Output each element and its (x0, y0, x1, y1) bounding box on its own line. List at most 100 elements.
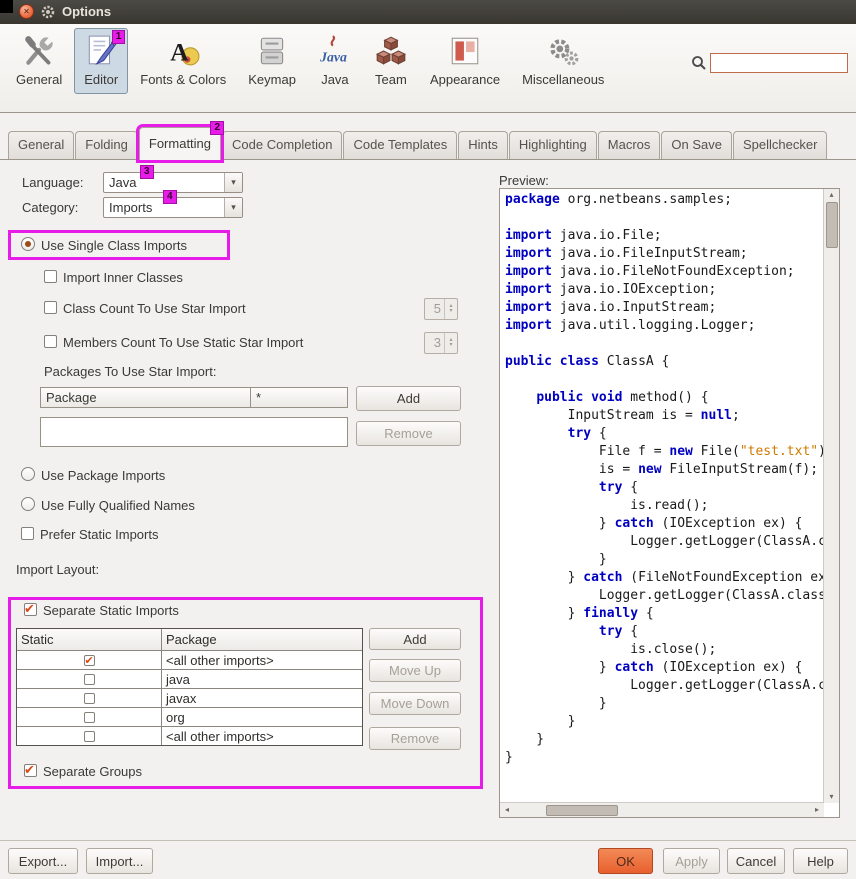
layout-table-header-row: StaticPackage (17, 629, 362, 650)
toolbar-item-label: Java (321, 72, 348, 87)
close-icon: ✕ (23, 8, 30, 16)
vertical-scrollbar[interactable]: ▴ ▾ (823, 189, 839, 803)
toolbar-item-fonts-colors[interactable]: AFonts & Colors (130, 28, 236, 94)
toolbar-item-label: Editor (84, 72, 118, 87)
layout-table-row[interactable]: javax (17, 688, 362, 707)
tab-macros[interactable]: Macros (598, 131, 661, 159)
package-column-header[interactable]: Package (40, 387, 251, 408)
static-checkbox[interactable] (84, 693, 95, 704)
import-inner-classes-label: Import Inner Classes (63, 270, 183, 285)
use-package-imports-label: Use Package Imports (41, 468, 165, 483)
static-checkbox[interactable] (84, 674, 95, 685)
class-count-spinner[interactable]: 5 ▴▾ (424, 298, 458, 320)
layout-table-row[interactable]: java (17, 669, 362, 688)
layout-table-row[interactable]: <all other imports> (17, 726, 362, 745)
toolbar-item-java[interactable]: Java Java (308, 28, 362, 94)
toolbar-item-team[interactable]: Team (364, 28, 418, 94)
tab-code-completion[interactable]: Code Completion (222, 131, 342, 159)
java-icon: Java (318, 34, 352, 68)
separate-static-imports-checkbox[interactable] (24, 603, 37, 616)
tab-code-templates[interactable]: Code Templates (343, 131, 457, 159)
use-package-imports-radio[interactable] (21, 467, 35, 481)
members-count-checkbox[interactable] (44, 335, 57, 348)
misc-icon (546, 34, 580, 68)
star-remove-button[interactable]: Remove (356, 421, 461, 446)
code-line: package org.netbeans.samples; (505, 191, 823, 209)
layout-move-up-button[interactable]: Move Up (369, 659, 461, 682)
layout-col-header-package[interactable]: Package (162, 629, 362, 650)
chevron-down-icon: ▾ (224, 173, 242, 192)
use-single-class-imports-label: Use Single Class Imports (41, 238, 187, 253)
members-count-value: 3 (425, 333, 444, 353)
layout-remove-button[interactable]: Remove (369, 727, 461, 750)
annotation-badge-1: 1 (112, 30, 126, 44)
apply-button[interactable]: Apply (663, 848, 720, 874)
titlebar[interactable]: ✕ Options (0, 0, 856, 24)
prefer-static-imports-checkbox[interactable] (21, 527, 34, 540)
spinner-arrows-icon: ▴▾ (444, 333, 457, 353)
class-count-checkbox[interactable] (44, 301, 57, 314)
toolbar-item-general[interactable]: General (6, 28, 72, 94)
static-checkbox[interactable] (84, 712, 95, 723)
export-button[interactable]: Export... (8, 848, 78, 874)
code-line: is.read(); (505, 497, 823, 515)
use-single-class-imports-radio[interactable] (21, 237, 35, 251)
horizontal-scrollbar[interactable]: ◂ ▸ (500, 802, 824, 817)
toolbar-item-keymap[interactable]: Keymap (238, 28, 306, 94)
tab-on-save[interactable]: On Save (661, 131, 732, 159)
team-icon (374, 34, 408, 68)
tab-highlighting[interactable]: Highlighting (509, 131, 597, 159)
code-line: File f = new File("test.txt"); (505, 443, 823, 461)
code-line: import java.io.InputStream; (505, 299, 823, 317)
svg-text:A: A (170, 38, 189, 67)
toolbar-item-appearance[interactable]: Appearance (420, 28, 510, 94)
package-cell: <all other imports> (162, 727, 362, 745)
cancel-button[interactable]: Cancel (727, 848, 785, 874)
tab-spellchecker[interactable]: Spellchecker (733, 131, 827, 159)
help-button[interactable]: Help (793, 848, 848, 874)
import-button[interactable]: Import... (86, 848, 153, 874)
layout-move-down-button[interactable]: Move Down (369, 692, 461, 715)
layout-table-row[interactable]: org (17, 707, 362, 726)
tab-hints[interactable]: Hints (458, 131, 508, 159)
package-cell: org (162, 708, 362, 726)
tools-icon (22, 34, 56, 68)
toolbar-item-editor[interactable]: Editor 1 (74, 28, 128, 94)
scroll-left-icon[interactable]: ◂ (502, 803, 512, 817)
preview-pane[interactable]: package org.netbeans.samples; import jav… (499, 188, 840, 818)
horizontal-scrollbar-thumb[interactable] (546, 805, 618, 816)
static-checkbox[interactable] (84, 731, 95, 742)
star-column-header[interactable]: * (250, 387, 348, 408)
members-count-spinner[interactable]: 3 ▴▾ (424, 332, 458, 354)
ok-button[interactable]: OK (598, 848, 653, 874)
static-cell (17, 689, 162, 707)
use-fully-qualified-radio[interactable] (21, 497, 35, 511)
window-close-button[interactable]: ✕ (19, 4, 34, 19)
code-line: try { (505, 479, 823, 497)
preview-label: Preview: (499, 173, 549, 188)
tab-general[interactable]: General (8, 131, 74, 159)
static-cell (17, 670, 162, 688)
code-line (505, 335, 823, 353)
toolbar-item-miscellaneous[interactable]: Miscellaneous (512, 28, 614, 94)
search-area (691, 53, 848, 73)
separate-groups-checkbox[interactable] (24, 764, 37, 777)
tab-folding[interactable]: Folding (75, 131, 138, 159)
language-label: Language: (22, 175, 83, 190)
tab-formatting[interactable]: Formatting2 (139, 127, 221, 160)
search-input[interactable] (710, 53, 848, 73)
static-cell (17, 708, 162, 726)
star-add-button[interactable]: Add (356, 386, 461, 411)
layout-add-button[interactable]: Add (369, 628, 461, 650)
code-line: } (505, 551, 823, 569)
scroll-up-icon[interactable]: ▴ (824, 189, 839, 201)
scroll-right-icon[interactable]: ▸ (812, 803, 822, 817)
star-import-table-body[interactable] (40, 417, 348, 447)
vertical-scrollbar-thumb[interactable] (826, 202, 838, 248)
import-inner-classes-checkbox[interactable] (44, 270, 57, 283)
scroll-down-icon[interactable]: ▾ (824, 791, 839, 803)
static-checkbox[interactable] (84, 655, 95, 666)
code-line: } (505, 713, 823, 731)
layout-table-row[interactable]: <all other imports> (17, 650, 362, 669)
layout-col-header-static[interactable]: Static (17, 629, 162, 650)
